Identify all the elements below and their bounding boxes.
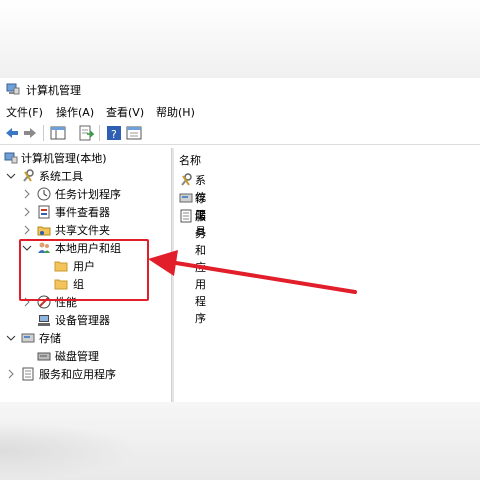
annotation-arrow-icon: [148, 250, 357, 294]
